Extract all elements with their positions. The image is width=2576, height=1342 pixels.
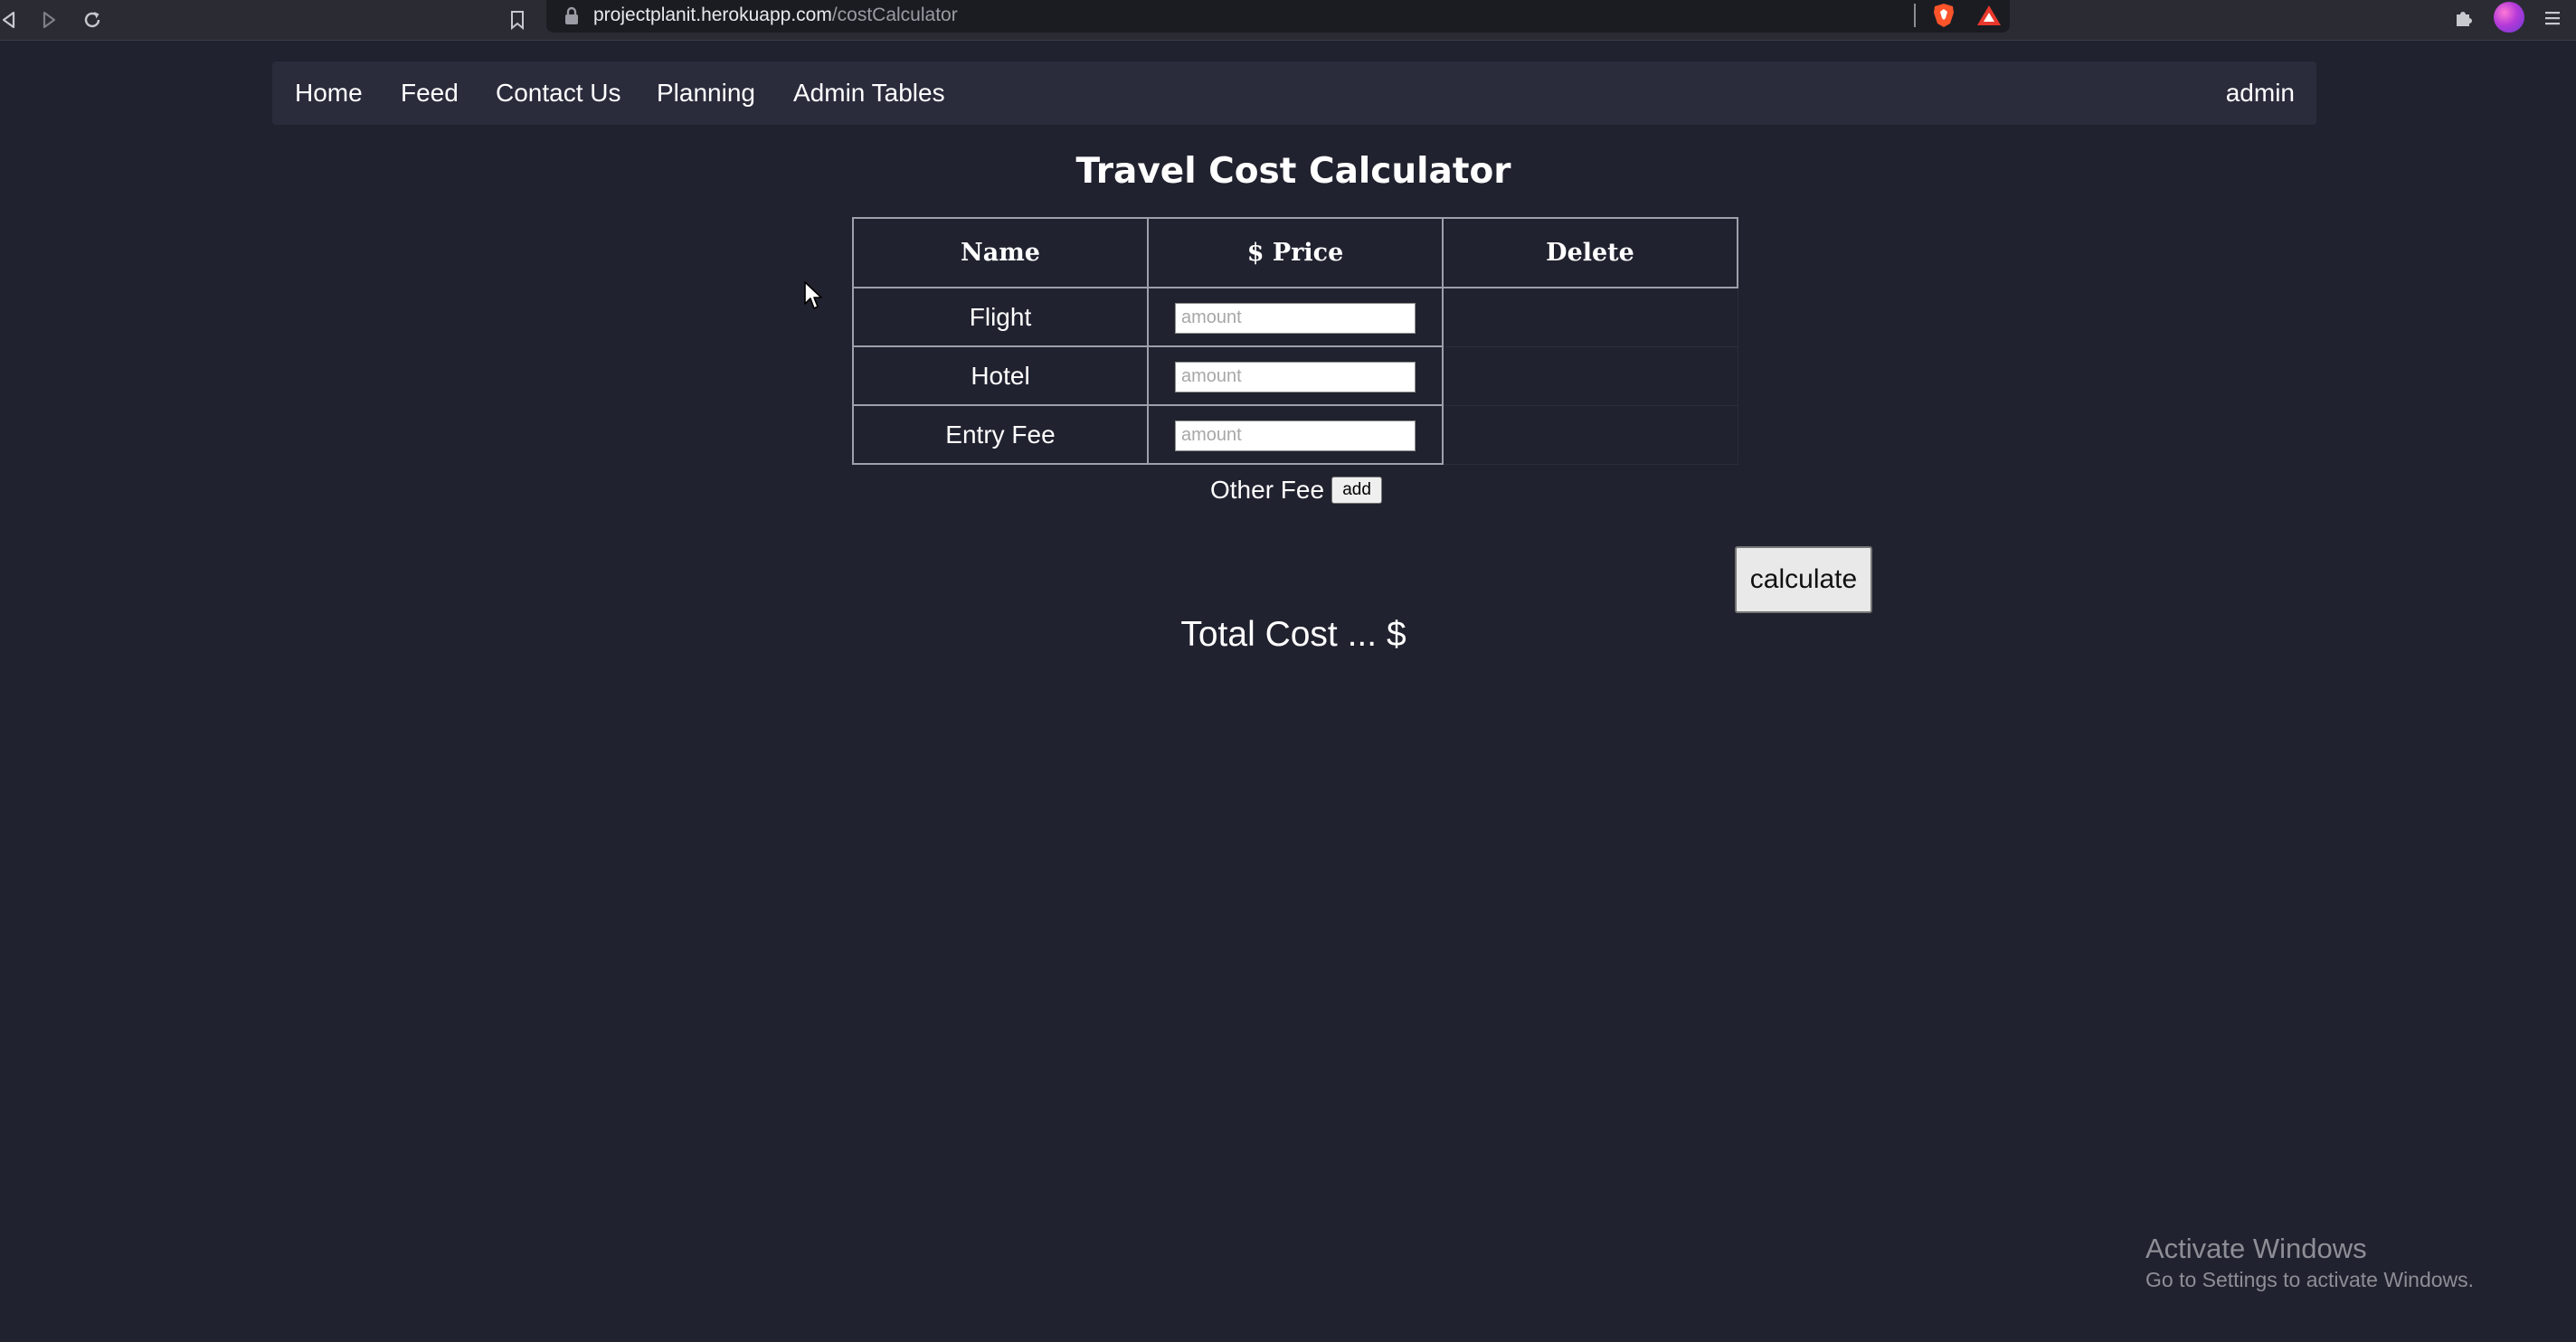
delete-cell	[1442, 287, 1738, 347]
flight-amount-input[interactable]	[1175, 302, 1416, 334]
profile-avatar[interactable]	[2494, 2, 2524, 33]
table-row: Hotel	[852, 345, 1738, 406]
browser-toolbar: projectplanit.herokuapp.com/costCalculat…	[0, 0, 2576, 41]
nav-link-admin-tables[interactable]: Admin Tables	[793, 61, 945, 125]
row-name-hotel: Hotel	[852, 345, 1149, 406]
hotel-amount-input[interactable]	[1175, 361, 1416, 392]
price-cell	[1147, 404, 1444, 465]
column-header-name: Name	[852, 217, 1149, 288]
nav-link-contact-us[interactable]: Contact Us	[496, 61, 621, 125]
site-navbar: Home Feed Contact Us Planning Admin Tabl…	[272, 61, 2316, 125]
column-header-price: $ Price	[1147, 217, 1444, 288]
url-path: /costCalculator	[831, 5, 958, 25]
other-fee-label: Other Fee	[1210, 476, 1325, 504]
lock-icon	[565, 6, 578, 24]
brave-rewards-icon[interactable]	[1975, 3, 2003, 28]
entry-fee-amount-input[interactable]	[1175, 420, 1416, 451]
back-icon[interactable]	[0, 5, 24, 34]
price-cell	[1147, 345, 1444, 406]
url-text: projectplanit.herokuapp.com/costCalculat…	[593, 4, 958, 27]
hamburger-icon[interactable]	[2538, 4, 2567, 33]
nav-link-planning[interactable]: Planning	[657, 61, 755, 125]
mouse-cursor-icon	[804, 281, 822, 309]
bookmark-icon[interactable]	[503, 5, 532, 34]
total-cost: Total Cost ... $	[1180, 615, 1406, 654]
nav-link-home[interactable]: Home	[295, 61, 363, 125]
table-row: Flight	[852, 287, 1738, 347]
price-cell	[1147, 287, 1444, 347]
forward-icon[interactable]	[34, 5, 63, 34]
row-name-flight: Flight	[852, 287, 1149, 347]
windows-activation-watermark: Activate Windows Go to Settings to activ…	[2145, 1232, 2474, 1293]
add-other-fee-button[interactable]: add	[1331, 477, 1383, 504]
address-bar[interactable]: projectplanit.herokuapp.com/costCalculat…	[546, 0, 2010, 33]
calculate-button[interactable]: calculate	[1735, 546, 1872, 613]
delete-cell	[1442, 404, 1738, 465]
row-name-entry-fee: Entry Fee	[852, 404, 1149, 465]
table-header-row: Name $ Price Delete	[852, 217, 1738, 288]
cost-table: Name $ Price Delete Flight Hotel Entry F…	[852, 217, 1738, 465]
page-title: Travel Cost Calculator	[1075, 151, 1511, 192]
address-bar-divider	[1914, 4, 1916, 27]
delete-cell	[1442, 345, 1738, 406]
watermark-subtitle: Go to Settings to activate Windows.	[2145, 1268, 2475, 1291]
column-header-delete: Delete	[1442, 217, 1738, 288]
brave-shield-icon[interactable]	[1930, 2, 1957, 29]
watermark-title: Activate Windows	[2145, 1233, 2367, 1264]
other-fee-row: Other Fee add	[1210, 474, 1383, 506]
nav-link-feed[interactable]: Feed	[401, 61, 459, 125]
puzzle-icon[interactable]	[2449, 4, 2478, 33]
reload-icon[interactable]	[78, 5, 107, 34]
nav-user-admin[interactable]: admin	[2226, 61, 2295, 125]
url-host: projectplanit.herokuapp.com	[593, 5, 832, 25]
table-row: Entry Fee	[852, 404, 1738, 465]
